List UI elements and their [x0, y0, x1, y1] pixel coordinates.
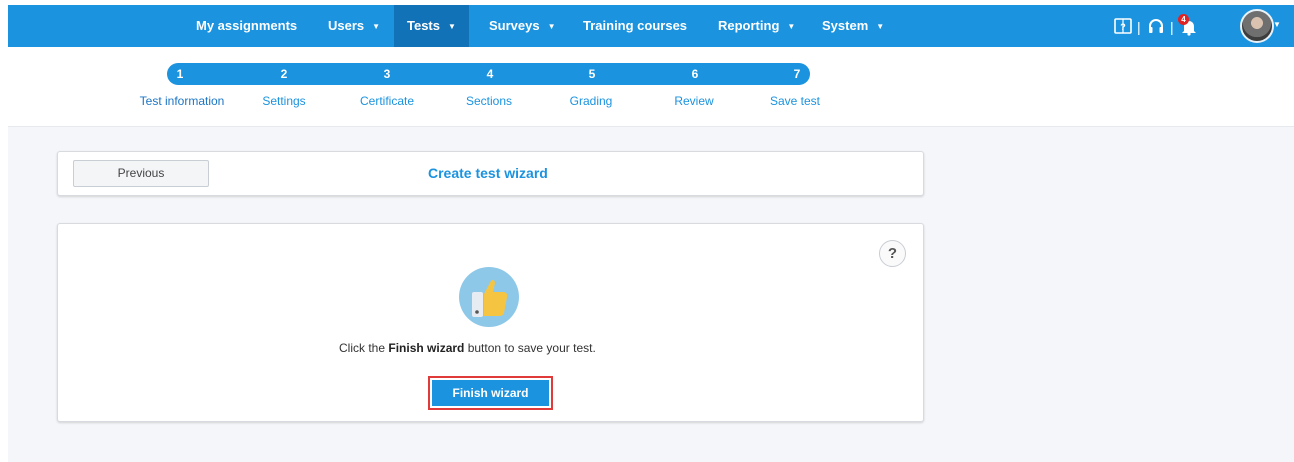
step-label-save-test[interactable]: Save test: [770, 94, 820, 108]
notification-count-badge: 4: [1178, 14, 1189, 25]
nav-surveys-label: Surveys: [489, 18, 540, 33]
step-label-grading[interactable]: Grading: [570, 94, 613, 108]
nav-reporting[interactable]: Reporting ▼: [718, 5, 795, 47]
nav-training-courses[interactable]: Training courses: [583, 5, 687, 47]
chevron-down-icon: ▼: [372, 22, 381, 31]
chevron-down-icon: ▼: [448, 22, 456, 31]
step-number-1[interactable]: 1: [170, 63, 190, 85]
step-number-6[interactable]: 6: [685, 63, 705, 85]
separator: |: [1137, 19, 1141, 35]
step-number-4[interactable]: 4: [480, 63, 500, 85]
nav-tests[interactable]: Tests ▼: [394, 5, 469, 47]
nav-reporting-label: Reporting: [718, 18, 780, 33]
step-label-certificate[interactable]: Certificate: [360, 94, 414, 108]
help-book-icon[interactable]: ?: [1114, 5, 1132, 47]
step-number-5[interactable]: 5: [582, 63, 602, 85]
step-number-7[interactable]: 7: [787, 63, 807, 85]
instruction-bold: Finish wizard: [388, 341, 465, 355]
step-number-2[interactable]: 2: [274, 63, 294, 85]
nav-surveys[interactable]: Surveys ▼: [489, 5, 556, 47]
step-number-3[interactable]: 3: [377, 63, 397, 85]
nav-my-assignments-label: My assignments: [196, 18, 298, 33]
page-title: Create test wizard: [428, 165, 548, 181]
user-avatar[interactable]: [1240, 9, 1274, 43]
nav-users-label: Users: [328, 18, 365, 33]
chevron-down-icon: ▼: [876, 22, 885, 31]
help-question-icon[interactable]: ?: [879, 240, 906, 267]
bell-icon[interactable]: 4: [1178, 5, 1204, 47]
finish-wizard-button[interactable]: Finish wizard: [432, 380, 549, 406]
nav-system[interactable]: System ▼: [822, 5, 884, 47]
nav-users[interactable]: Users ▼: [328, 5, 380, 47]
instruction-text: Click the Finish wizard button to save y…: [339, 341, 596, 355]
step-label-sections[interactable]: Sections: [466, 94, 512, 108]
chevron-down-icon[interactable]: ▼: [1273, 20, 1281, 29]
nav-my-assignments[interactable]: My assignments: [196, 5, 297, 47]
separator: |: [1170, 19, 1174, 35]
step-label-review[interactable]: Review: [674, 94, 713, 108]
chevron-down-icon: ▼: [787, 22, 796, 31]
thumbs-up-icon: [459, 267, 519, 327]
instruction-suffix: button to save your test.: [464, 341, 596, 355]
step-label-settings[interactable]: Settings: [262, 94, 305, 108]
previous-button[interactable]: Previous: [73, 160, 209, 187]
nav-training-courses-label: Training courses: [583, 18, 688, 33]
headset-icon[interactable]: [1147, 5, 1165, 47]
svg-text:?: ?: [1120, 22, 1126, 32]
step-label-test-information[interactable]: Test information: [140, 94, 225, 108]
nav-tests-label: Tests: [407, 18, 440, 33]
top-navigation-bar: My assignments Users ▼ Tests ▼ Surveys ▼ Tr…: [8, 5, 1294, 47]
finish-wizard-highlight: Finish wizard: [428, 376, 553, 410]
chevron-down-icon: ▼: [547, 22, 556, 31]
instruction-prefix: Click the: [339, 341, 389, 355]
nav-system-label: System: [822, 18, 869, 33]
